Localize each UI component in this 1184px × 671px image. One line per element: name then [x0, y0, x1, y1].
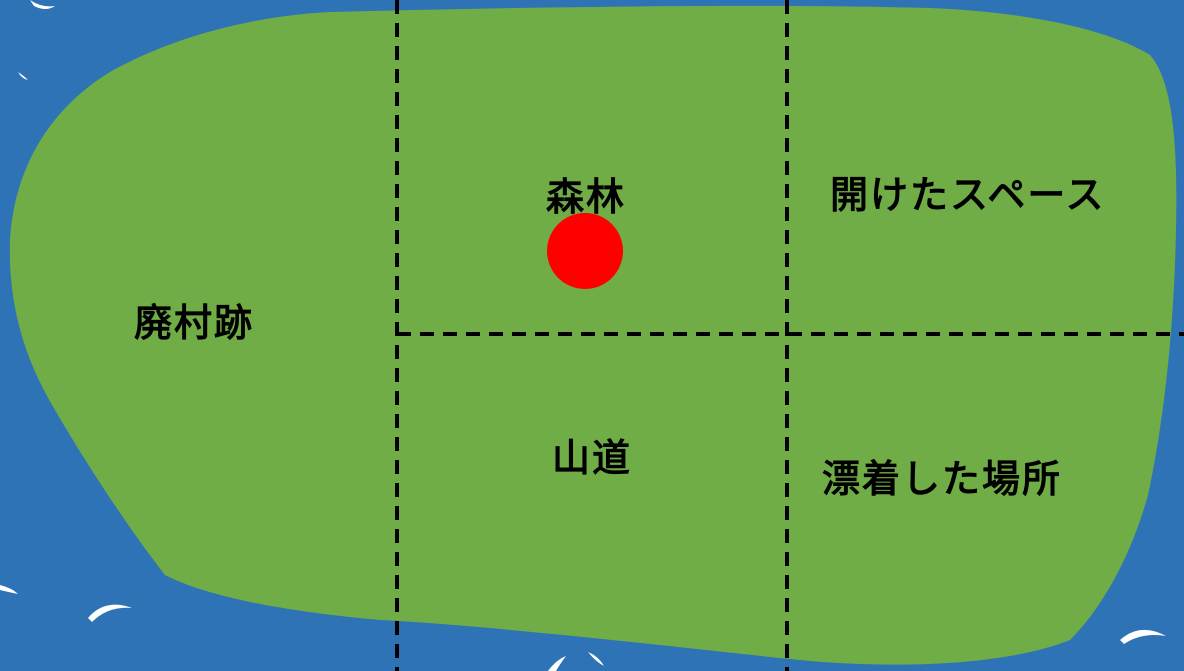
current-location-marker	[547, 213, 623, 289]
region-label-drift-ashore[interactable]: 漂着した場所	[822, 448, 1062, 503]
region-label-mountain-trail[interactable]: 山道	[552, 427, 632, 482]
region-label-abandoned-village[interactable]: 廃村跡	[134, 292, 254, 347]
island-map: 廃村跡 森林 開けたスペース 山道 漂着した場所	[0, 0, 1184, 671]
region-label-forest[interactable]: 森林	[546, 166, 626, 221]
region-label-open-space[interactable]: 開けたスペース	[830, 164, 1105, 219]
